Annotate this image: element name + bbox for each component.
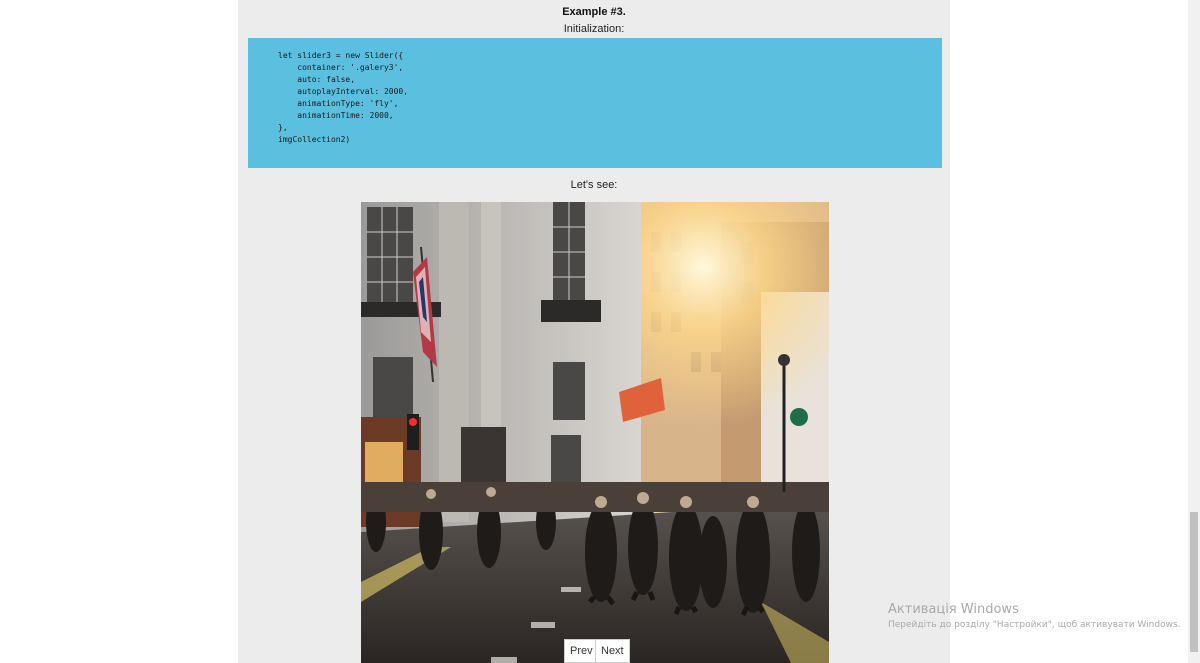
page: Example #3. Initialization: let slider3 … xyxy=(0,0,1200,663)
initialization-label: Initialization: xyxy=(563,23,625,35)
content-column: Example #3. Initialization: let slider3 … xyxy=(238,0,950,663)
slider-image xyxy=(361,202,829,663)
prev-button[interactable]: Prev xyxy=(564,639,599,663)
windows-activation-title: Активація Windows xyxy=(888,602,1019,617)
example-title: Example #3. xyxy=(562,6,626,18)
code-block: let slider3 = new Slider({ container: '.… xyxy=(248,38,942,168)
lets-see-label: Let's see: xyxy=(570,179,618,191)
slider-gallery xyxy=(361,202,829,663)
page-scrollbar[interactable] xyxy=(1188,0,1200,663)
scrollbar-thumb[interactable] xyxy=(1190,512,1198,652)
windows-activation-subtitle: Перейдіть до розділу "Настройки", щоб ак… xyxy=(888,620,1181,630)
next-button[interactable]: Next xyxy=(595,639,630,663)
code-snippet: let slider3 = new Slider({ container: '.… xyxy=(278,51,409,144)
